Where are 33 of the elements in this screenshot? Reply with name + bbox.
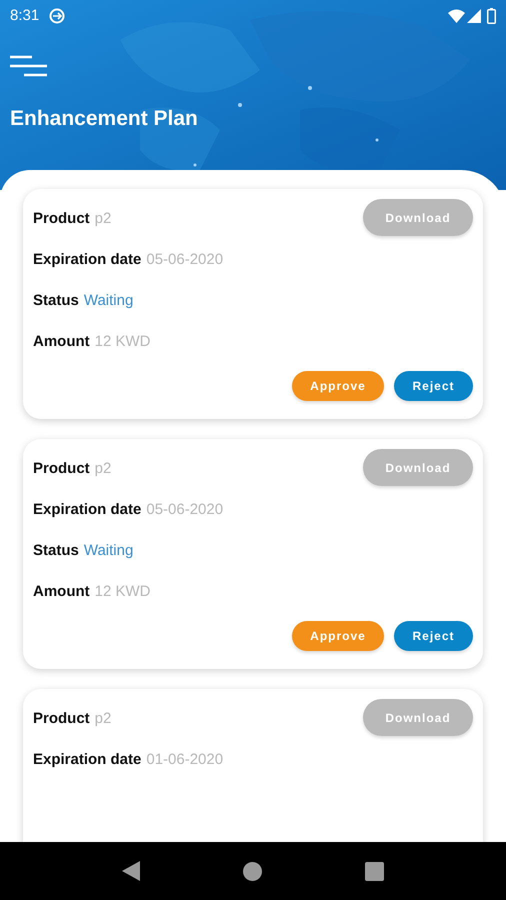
field-label: Product [33, 209, 90, 230]
reject-button[interactable]: Reject [394, 371, 473, 401]
field-value: 05-06-2020 [146, 250, 224, 270]
field-value: p2 [94, 209, 112, 230]
field-label: Product [33, 709, 90, 730]
field-value: 12 KWD [94, 332, 151, 352]
reject-button[interactable]: Reject [394, 621, 473, 651]
home-icon[interactable] [242, 862, 262, 880]
page-title: Enhancement Plan [10, 106, 199, 132]
field-label: Expiration date [33, 250, 142, 270]
field-value: 01-06-2020 [146, 750, 224, 770]
approve-button[interactable]: Approve [292, 621, 384, 651]
battery-icon [487, 8, 496, 24]
wifi-icon [448, 9, 465, 23]
status-time: 8:31 [10, 6, 40, 26]
signal-icon [467, 9, 481, 23]
field-label: Expiration date [33, 500, 142, 520]
approve-button[interactable]: Approve [292, 371, 384, 401]
field-label: Product [33, 459, 90, 480]
field-value: Waiting [84, 291, 134, 312]
field-label: Amount [33, 582, 90, 602]
menu-icon[interactable] [10, 55, 47, 77]
field-value: 12 KWD [94, 582, 151, 602]
field-label: Status [33, 541, 79, 562]
recents-icon[interactable] [365, 862, 384, 880]
field-value: p2 [94, 709, 112, 730]
back-icon[interactable] [122, 861, 140, 881]
field-value: Waiting [84, 541, 134, 562]
field-value: 05-06-2020 [146, 500, 224, 520]
field-label: Status [33, 291, 79, 312]
field-label: Expiration date [33, 750, 142, 770]
field-label: Amount [33, 332, 90, 352]
field-value: p2 [94, 459, 112, 480]
